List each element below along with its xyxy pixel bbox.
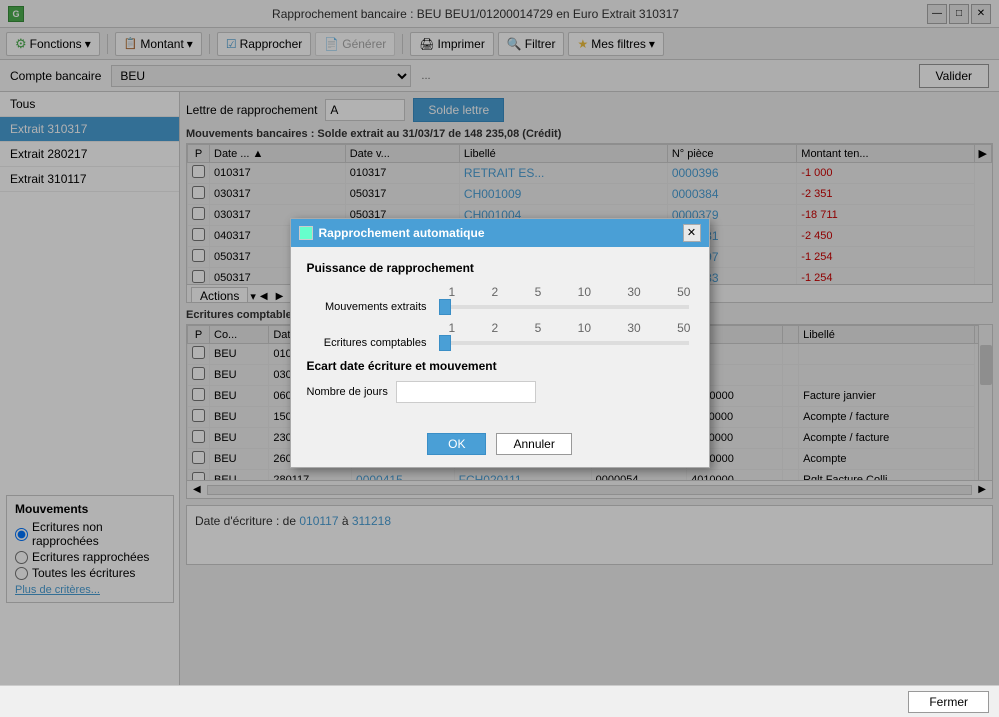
- modal-overlay: Rapprochement automatique ✕ Puissance de…: [0, 0, 999, 685]
- ecritures-slider-track-container[interactable]: [435, 341, 693, 345]
- footer: Fermer: [0, 685, 999, 717]
- modal-app-icon: [299, 226, 313, 240]
- mouvements-slider-row: Mouvements extraits: [307, 301, 693, 313]
- modal-footer: OK Annuler: [291, 425, 709, 467]
- modal-titlebar: Rapprochement automatique ✕: [291, 219, 709, 247]
- ecritures-slider-thumb[interactable]: [439, 335, 451, 351]
- mouvements-slider-track-container[interactable]: [435, 305, 693, 309]
- ecritures-slider-track[interactable]: [439, 341, 689, 345]
- modal-rapprochement-automatique: Rapprochement automatique ✕ Puissance de…: [290, 218, 710, 468]
- nombre-jours-label: Nombre de jours: [307, 386, 388, 398]
- mouvements-slider-thumb[interactable]: [439, 299, 451, 315]
- fermer-button[interactable]: Fermer: [908, 691, 989, 713]
- ecart-section-title: Ecart date écriture et mouvement: [307, 359, 693, 373]
- ecart-section: Ecart date écriture et mouvement Nombre …: [307, 359, 693, 403]
- ecritures-slider-label: Ecritures comptables: [307, 337, 427, 349]
- modal-ok-button[interactable]: OK: [427, 433, 486, 455]
- mouvements-slider-track[interactable]: [439, 305, 689, 309]
- modal-close-button[interactable]: ✕: [683, 224, 701, 242]
- slider-numbers-top: 1 2 5 10 30 50: [445, 285, 695, 299]
- modal-body: Puissance de rapprochement 1 2 5 10 30 5…: [291, 247, 709, 425]
- nombre-jours-input[interactable]: [396, 381, 536, 403]
- modal-title: Rapprochement automatique: [319, 226, 683, 240]
- ecart-row: Nombre de jours: [307, 381, 693, 403]
- mouvements-slider-label: Mouvements extraits: [307, 301, 427, 313]
- slider-numbers-bottom: 1 2 5 10 30 50: [445, 321, 695, 335]
- modal-section-title: Puissance de rapprochement: [307, 261, 693, 275]
- ecritures-slider-row: Ecritures comptables: [307, 337, 693, 349]
- modal-annuler-button[interactable]: Annuler: [496, 433, 571, 455]
